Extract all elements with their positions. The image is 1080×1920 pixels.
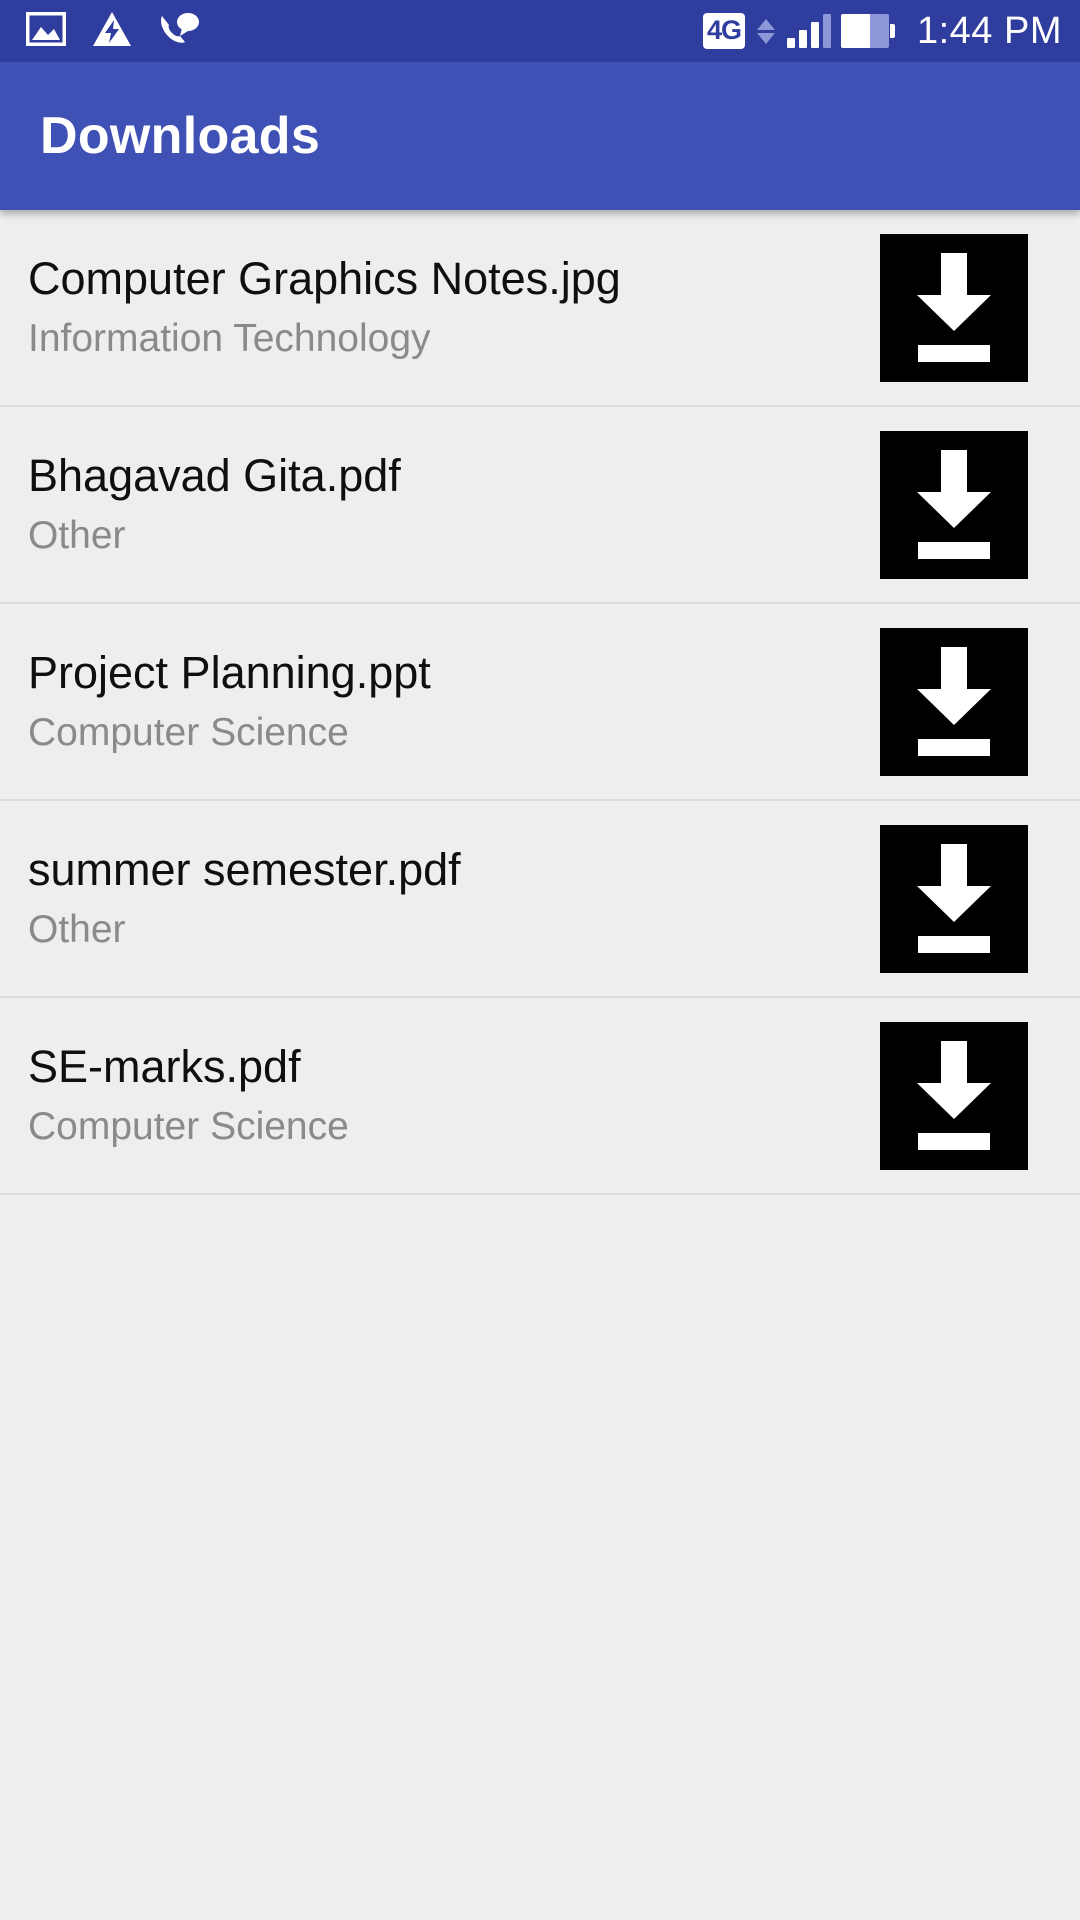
download-baseline-glyph [918, 1133, 990, 1150]
download-icon[interactable] [880, 430, 1028, 579]
list-item-title: Bhagavad Gita.pdf [28, 452, 401, 501]
missed-call-icon [158, 11, 200, 52]
download-icon[interactable] [880, 233, 1028, 382]
downloads-list: Computer Graphics Notes.jpg Information … [0, 210, 1080, 1195]
list-item-texts: Computer Graphics Notes.jpg Information … [28, 255, 880, 360]
list-item-subtitle: Computer Science [28, 711, 349, 754]
app-bar: Downloads [0, 62, 1080, 210]
download-baseline-glyph [918, 345, 990, 362]
list-item-texts: Bhagavad Gita.pdf Other [28, 452, 880, 557]
signal-strength-icon [786, 14, 831, 48]
download-icon[interactable] [880, 627, 1028, 776]
download-arrow-glyph [917, 1041, 991, 1119]
status-bar-right-indicators: 4G 1:44 PM [702, 10, 1062, 52]
download-baseline-glyph [918, 739, 990, 756]
list-item[interactable]: Bhagavad Gita.pdf Other [0, 407, 1080, 604]
list-item-subtitle: Other [28, 514, 126, 557]
list-item[interactable]: SE-marks.pdf Computer Science [0, 998, 1080, 1195]
warning-flash-icon [92, 11, 132, 52]
list-item-texts: Project Planning.ppt Computer Science [28, 649, 880, 754]
image-icon [25, 11, 67, 51]
status-bar-left-icons [25, 11, 200, 52]
download-icon[interactable] [880, 1021, 1028, 1170]
list-item-subtitle: Computer Science [28, 1105, 349, 1148]
download-arrow-glyph [917, 844, 991, 922]
list-item-title: SE-marks.pdf [28, 1043, 301, 1092]
list-item-texts: SE-marks.pdf Computer Science [28, 1043, 880, 1148]
download-arrow-glyph [917, 253, 991, 331]
list-item-subtitle: Information Technology [28, 317, 431, 360]
download-baseline-glyph [918, 936, 990, 953]
list-item[interactable]: summer semester.pdf Other [0, 801, 1080, 998]
list-item-subtitle: Other [28, 908, 126, 951]
page-title: Downloads [40, 107, 321, 165]
list-item-title: summer semester.pdf [28, 846, 461, 895]
download-arrow-glyph [917, 450, 991, 528]
list-item[interactable]: Computer Graphics Notes.jpg Information … [0, 210, 1080, 407]
list-item[interactable]: Project Planning.ppt Computer Science [0, 604, 1080, 801]
data-transfer-arrows-icon [756, 18, 775, 44]
status-bar: 4G 1:44 PM [0, 0, 1080, 62]
download-arrow-glyph [917, 647, 991, 725]
list-item-title: Project Planning.ppt [28, 649, 431, 698]
list-item-texts: summer semester.pdf Other [28, 846, 880, 951]
status-bar-clock: 1:44 PM [916, 10, 1062, 52]
download-icon[interactable] [880, 824, 1028, 973]
list-item-title: Computer Graphics Notes.jpg [28, 255, 621, 304]
download-baseline-glyph [918, 542, 990, 559]
network-type-badge: 4G [702, 13, 745, 49]
battery-icon [840, 14, 895, 48]
